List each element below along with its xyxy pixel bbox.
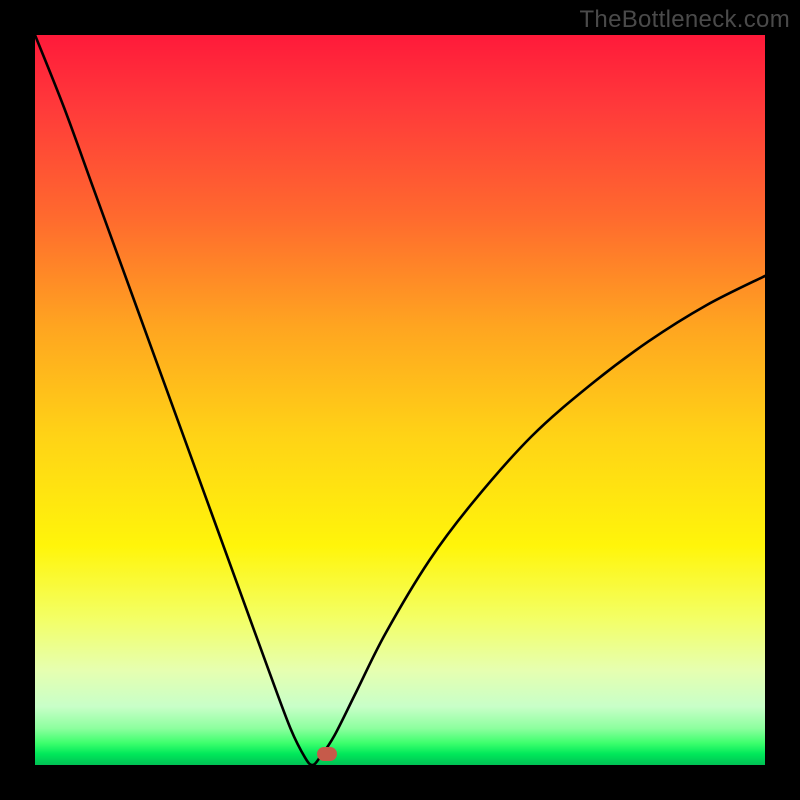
optimal-point-marker — [317, 747, 337, 761]
chart-plot-area — [35, 35, 765, 765]
bottleneck-curve — [35, 35, 765, 765]
chart-frame: TheBottleneck.com — [0, 0, 800, 800]
watermark-text: TheBottleneck.com — [579, 6, 790, 34]
